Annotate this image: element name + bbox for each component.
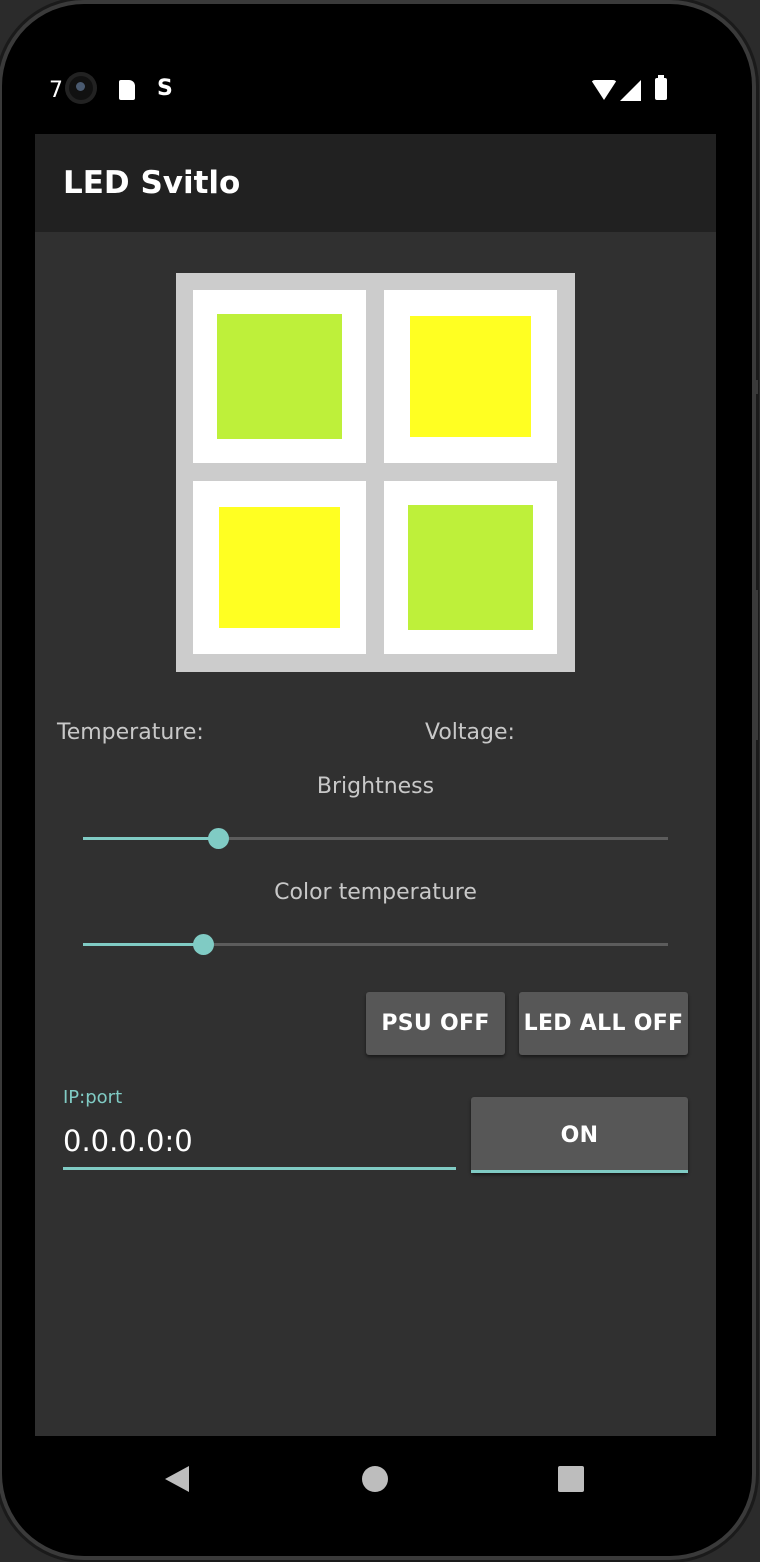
led-swatch-bottom-left [219, 507, 340, 628]
cellular-icon [620, 80, 641, 101]
psu-off-button[interactable]: PSU OFF [366, 992, 505, 1055]
back-icon[interactable] [165, 1466, 189, 1492]
side-button-small [753, 380, 758, 394]
slider-fill [83, 943, 203, 946]
led-cell-top-left[interactable] [193, 290, 366, 463]
recents-icon[interactable] [558, 1466, 584, 1492]
led-cell-bottom-right[interactable] [384, 481, 557, 654]
color-temperature-label: Color temperature [274, 880, 477, 905]
temperature-label: Temperature: [57, 720, 204, 745]
ip-port-label: IP:port [63, 1087, 123, 1108]
slider-fill [83, 837, 218, 840]
on-button-label: ON [560, 1122, 599, 1148]
app-title: LED Svitlo [63, 165, 241, 201]
battery-icon [655, 75, 667, 100]
ip-port-input[interactable]: 0.0.0.0:0 [63, 1124, 193, 1158]
sd-card-icon [119, 80, 135, 100]
s-notification-icon: S [157, 76, 173, 101]
status-bar: 7 S [35, 62, 716, 120]
side-button-volume [753, 590, 758, 740]
front-camera [65, 72, 97, 104]
brightness-label: Brightness [316, 774, 435, 799]
led-all-off-button[interactable]: LED ALL OFF [519, 992, 688, 1055]
slider-thumb[interactable] [207, 828, 229, 849]
wifi-icon [591, 80, 617, 100]
brightness-slider[interactable] [83, 824, 668, 854]
led-swatch-top-left [217, 314, 342, 439]
app-bar: LED Svitlo [35, 134, 716, 232]
on-button[interactable]: ON [471, 1097, 688, 1173]
led-panel [176, 273, 575, 672]
led-cell-top-right[interactable] [384, 290, 557, 463]
slider-thumb[interactable] [192, 934, 214, 955]
app-screen: LED Svitlo Temperature: Voltage: Brightn… [35, 134, 716, 1436]
color-temperature-slider[interactable] [83, 930, 668, 960]
led-swatch-top-right [410, 316, 531, 437]
status-time: 7 [49, 78, 63, 103]
home-icon[interactable] [362, 1466, 388, 1492]
voltage-label: Voltage: [425, 720, 515, 745]
led-cell-bottom-left[interactable] [193, 481, 366, 654]
on-button-underline [471, 1170, 688, 1173]
ip-port-underline [63, 1167, 456, 1170]
led-swatch-bottom-right [408, 505, 533, 630]
navigation-bar [35, 1436, 716, 1522]
